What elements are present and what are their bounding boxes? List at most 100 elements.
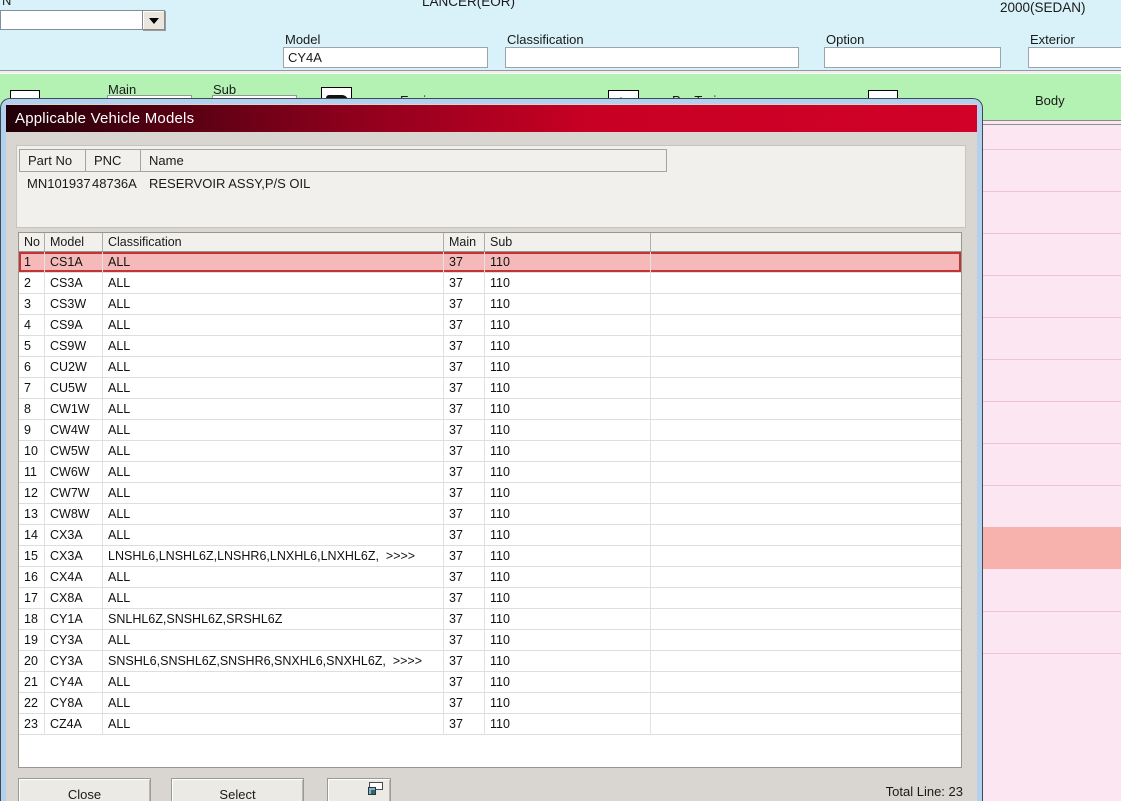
table-row[interactable]: 18 CY1A SNLHL6Z,SNSHL6Z,SRSHL6Z 37 110: [19, 609, 961, 630]
models-table-body: 1 CS1A ALL 37 110 2 CS3A ALL 37 110 3 CS3W ALL 37 110 4…: [19, 252, 961, 735]
table-cell: ALL: [103, 399, 444, 419]
table-row[interactable]: 16 CX4A ALL 37 110: [19, 567, 961, 588]
table-row[interactable]: 20 CY3A SNSHL6,SNSHL6Z,SNSHR6,SNXHL6,SNXHL…: [19, 651, 961, 672]
table-row[interactable]: 13 CW8W ALL 37 110: [19, 504, 961, 525]
table-row[interactable]: 1 CS1A ALL 37 110: [19, 252, 961, 273]
table-cell: 19: [19, 630, 45, 650]
close-button[interactable]: Close: [18, 778, 151, 801]
print-button[interactable]: [327, 778, 391, 801]
table-row[interactable]: 2 CS3A ALL 37 110: [19, 273, 961, 294]
table-cell: [651, 714, 961, 734]
table-cell: 110: [485, 714, 651, 734]
part-info-header-row: Part No PNC Name: [19, 149, 667, 172]
table-row[interactable]: 11 CW6W ALL 37 110: [19, 462, 961, 483]
table-row[interactable]: 14 CX3A ALL 37 110: [19, 525, 961, 546]
table-cell: CW6W: [45, 462, 103, 482]
table-cell: 37: [444, 630, 485, 650]
table-row[interactable]: 8 CW1W ALL 37 110: [19, 399, 961, 420]
col-header-main[interactable]: Main: [444, 233, 485, 251]
table-row[interactable]: 3 CS3W ALL 37 110: [19, 294, 961, 315]
table-cell: 37: [444, 483, 485, 503]
table-row[interactable]: 9 CW4W ALL 37 110: [19, 420, 961, 441]
pnc-value: 48736A: [92, 176, 137, 191]
pnc-header: PNC: [86, 150, 141, 171]
table-row[interactable]: 10 CW5W ALL 37 110: [19, 441, 961, 462]
combo-dropdown-button[interactable]: [142, 10, 165, 30]
table-row[interactable]: 21 CY4A ALL 37 110: [19, 672, 961, 693]
table-cell: CY3A: [45, 630, 103, 650]
list-row-separator: [983, 317, 1121, 318]
table-cell: 17: [19, 588, 45, 608]
table-cell: ALL: [103, 273, 444, 293]
table-cell: 22: [19, 693, 45, 713]
table-cell: ALL: [103, 441, 444, 461]
table-cell: 37: [444, 714, 485, 734]
table-cell: [651, 525, 961, 545]
cutoff-label-fragment: N: [2, 0, 12, 8]
list-row-separator: [983, 485, 1121, 486]
table-cell: SNLHL6Z,SNSHL6Z,SRSHL6Z: [103, 609, 444, 629]
list-row-separator: [983, 401, 1121, 402]
print-page-icon: [368, 787, 376, 795]
table-cell: 37: [444, 273, 485, 293]
part-name-value: RESERVOIR ASSY,P/S OIL: [149, 176, 311, 191]
table-row[interactable]: 5 CS9W ALL 37 110: [19, 336, 961, 357]
table-row[interactable]: 23 CZ4A ALL 37 110: [19, 714, 961, 735]
table-row[interactable]: 17 CX8A ALL 37 110: [19, 588, 961, 609]
table-cell: [651, 273, 961, 293]
table-cell: 37: [444, 609, 485, 629]
table-row[interactable]: 19 CY3A ALL 37 110: [19, 630, 961, 651]
table-cell: [651, 672, 961, 692]
table-cell: [651, 588, 961, 608]
col-header-sub[interactable]: Sub: [485, 233, 651, 251]
table-cell: 110: [485, 546, 651, 566]
table-cell: SNSHL6,SNSHL6Z,SNSHR6,SNXHL6,SNXHL6Z, >>…: [103, 651, 444, 671]
table-cell: CY1A: [45, 609, 103, 629]
dialog-body: Part No PNC Name MN101937 48736A RESERVO…: [6, 132, 977, 801]
exterior-field-input[interactable]: [1028, 47, 1121, 68]
model-field-input[interactable]: CY4A: [283, 47, 488, 68]
models-table-header: No Model Classification Main Sub: [19, 233, 961, 252]
table-cell: [651, 336, 961, 356]
table-cell: 37: [444, 378, 485, 398]
col-header-classification[interactable]: Classification: [103, 233, 444, 251]
table-cell: 110: [485, 399, 651, 419]
table-cell: 110: [485, 252, 651, 272]
select-button[interactable]: Select: [171, 778, 304, 801]
table-row[interactable]: 12 CW7W ALL 37 110: [19, 483, 961, 504]
table-cell: 7: [19, 378, 45, 398]
classification-field-input[interactable]: [505, 47, 799, 68]
table-cell: CX8A: [45, 588, 103, 608]
table-cell: 37: [444, 357, 485, 377]
table-cell: 110: [485, 567, 651, 587]
col-header-no[interactable]: No: [19, 233, 45, 251]
table-cell: 11: [19, 462, 45, 482]
table-row[interactable]: 15 CX3A LNSHL6,LNSHL6Z,LNSHR6,LNXHL6,LNXHL…: [19, 546, 961, 567]
col-header-model[interactable]: Model: [45, 233, 103, 251]
table-cell: 110: [485, 672, 651, 692]
table-row[interactable]: 7 CU5W ALL 37 110: [19, 378, 961, 399]
table-cell: 37: [444, 567, 485, 587]
table-cell: ALL: [103, 357, 444, 377]
list-row-separator: [983, 443, 1121, 444]
body-label: Body: [1035, 93, 1065, 108]
model-field-label: Model: [283, 32, 488, 48]
table-cell: 37: [444, 672, 485, 692]
table-cell: [651, 651, 961, 671]
table-cell: CZ4A: [45, 714, 103, 734]
top-combo-input[interactable]: [0, 10, 142, 30]
table-row[interactable]: 4 CS9A ALL 37 110: [19, 315, 961, 336]
table-cell: [651, 504, 961, 524]
table-cell: [651, 630, 961, 650]
table-cell: ALL: [103, 693, 444, 713]
table-row[interactable]: 6 CU2W ALL 37 110: [19, 357, 961, 378]
table-cell: [651, 441, 961, 461]
applicable-vehicle-models-dialog: Applicable Vehicle Models Part No PNC Na…: [1, 99, 982, 801]
table-cell: [651, 693, 961, 713]
option-field-input[interactable]: [824, 47, 1001, 68]
table-cell: 110: [485, 483, 651, 503]
dialog-title: Applicable Vehicle Models: [15, 110, 195, 127]
name-header: Name: [149, 153, 184, 168]
table-row[interactable]: 22 CY8A ALL 37 110: [19, 693, 961, 714]
dialog-title-bar[interactable]: Applicable Vehicle Models: [6, 105, 977, 132]
